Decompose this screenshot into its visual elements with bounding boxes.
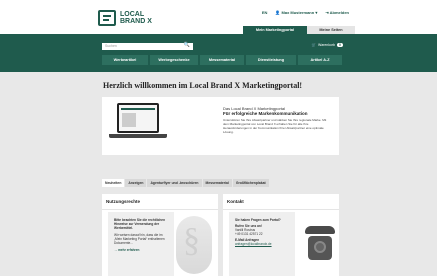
page-title: Herzlich willkommen im Local Brand X Mar… [103,81,303,90]
tab-messematerial[interactable]: Messematerial [202,179,232,187]
hero-headline: Für erfolgreiche Markenkommunikation [223,111,308,116]
paragraph-icon [176,216,212,274]
user-menu[interactable]: 👤 Max Mustermann ▾ [275,10,317,15]
top-links: EN 👤 Max Mustermann ▾ ⇥ Abmelden [262,10,349,15]
hero-description: Unterstützen Sie Ihre Absatzpartner und … [223,118,327,134]
nav-bar [0,34,437,72]
logo-line1: LOCAL [120,11,145,18]
logo-line2: BRAND X [120,18,152,25]
main-nav: Werbeartikel Werbegeschenke Messemateria… [102,55,342,65]
panel-title: Nutzungsrechte [102,194,218,210]
tab-meine-seiten[interactable]: Meine Seiten [307,26,355,34]
logo-mark-icon [98,10,116,26]
contact-phone[interactable]: +49 0131 42571 22 [235,232,289,236]
tab-grossflaechenplakat[interactable]: Großflächenplakat [232,179,269,187]
search-icon: 🔍 [183,42,190,48]
nav-messematerial[interactable]: Messematerial [200,55,244,65]
cart-count: 0 [337,43,343,47]
main-content: Herzlich willkommen im Local Brand X Mar… [102,76,339,276]
tab-neuheiten[interactable]: Neuheiten [102,179,125,187]
logout-link[interactable]: ⇥ Abmelden [325,10,349,15]
tab-anzeigen[interactable]: Anzeigen [125,179,147,187]
card-bold-text: Sie haben Fragen zum Portal? [235,218,281,222]
header-tabs: Mein Marketingportal Meine Seiten [243,26,355,34]
site-header: LOCAL BRAND X EN 👤 Max Mustermann ▾ ⇥ Ab… [0,0,437,34]
user-icon: 👤 [275,10,281,15]
nav-werbeartikel[interactable]: Werbeartikel [102,55,148,65]
nav-werbegeschenke[interactable]: Werbegeschenke [150,55,198,65]
cart-label: Warenkorb [318,43,336,47]
kontakt-card: Sie haben Fragen zum Portal? Rufen Sie u… [229,212,295,276]
card-bold-text: Bitte beachten Sie die rechtlichen Hinwe… [114,218,166,230]
telephone-icon [305,220,335,264]
tab-mein-marketingportal[interactable]: Mein Marketingportal [243,26,307,34]
cart-button[interactable]: 🛒 Warenkorb 0 [312,43,343,47]
nav-dienstleistung[interactable]: Dienstleistung [246,55,296,65]
content-tabs: Neuheiten Anzeigen Agenturflyer und -bro… [102,179,269,187]
tab-agenturflyer[interactable]: Agenturflyer und -broschüren [147,179,202,187]
page: LOCAL BRAND X EN 👤 Max Mustermann ▾ ⇥ Ab… [0,0,437,276]
search-button[interactable]: 🔍 [102,43,193,50]
cart-icon: 🛒 [311,43,317,47]
panel-title: Kontakt [223,194,339,210]
email-link[interactable]: anfragen@localbrandx.de [235,242,289,246]
hero-banner: Das Local Brand X Marketingportal Für er… [102,97,339,155]
laptop-image [109,103,167,143]
card-body-text: Wir weisen darauf hin, dass die im „Mein… [114,233,165,245]
brand-logo[interactable]: LOCAL BRAND X [98,10,152,26]
panel-nutzungsrechte: Nutzungsrechte Bitte beachten Sie die re… [102,194,218,276]
nav-artikel-a-z[interactable]: Artikel A-Z [298,55,342,65]
mehr-erfahren-link[interactable]: → mehr erfahren [114,248,168,252]
nutzungsrechte-card: Bitte beachten Sie die rechtlichen Hinwe… [108,212,174,276]
panel-kontakt: Kontakt Sie haben Fragen zum Portal? Ruf… [223,194,339,276]
language-link[interactable]: EN [262,10,268,15]
